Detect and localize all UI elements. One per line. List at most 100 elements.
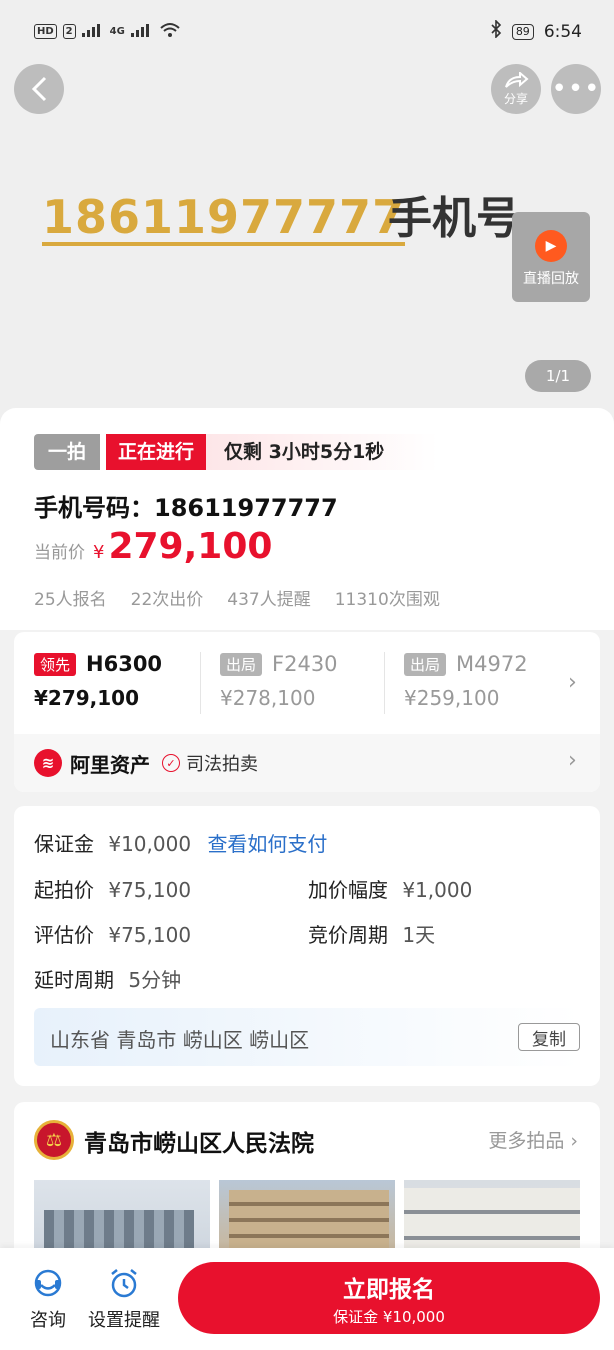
start-price-label: 起拍价 [34, 878, 94, 902]
chevron-right-icon: › [568, 748, 577, 773]
consult-label: 咨询 [30, 1310, 66, 1331]
hd-indicator: HD [34, 24, 57, 39]
deposit-row: 保证金 ¥10,000 查看如何支付 [34, 828, 327, 857]
register-now-label: 立即报名 [343, 1276, 435, 1303]
live-replay-button[interactable]: ▶ 直播回放 [512, 212, 590, 302]
start-price-row: 起拍价 ¥75,100 [34, 874, 191, 903]
stat-views: 11310次围观 [334, 590, 440, 610]
status-right: 89 6:54 [490, 19, 582, 43]
current-price: 279,100 [108, 526, 273, 567]
round-tag: 一拍 [34, 434, 101, 470]
deposit-value: ¥10,000 [108, 832, 192, 856]
sim-indicator: 2 [62, 24, 76, 39]
register-now-button[interactable]: 立即报名 保证金 ¥10,000 [178, 1262, 600, 1334]
how-to-pay-link[interactable]: 查看如何支付 [207, 832, 327, 856]
increment-label: 加价幅度 [308, 878, 388, 902]
image-counter: 1/1 [525, 360, 591, 392]
delay-label: 延时周期 [34, 968, 114, 992]
back-arrow-icon [31, 76, 47, 102]
bluetooth-icon [490, 19, 502, 43]
auction-tags: 一拍 正在进行 仅剩 3小时5分1秒 [34, 434, 439, 470]
stat-reminders: 437人提醒 [227, 590, 311, 610]
headset-icon [34, 1269, 62, 1297]
divider [200, 652, 201, 714]
hero-image[interactable]: 分享 ••• 18611977777 手机号 ▶ 直播回放 1/1 [0, 60, 614, 430]
increment-value: ¥1,000 [402, 878, 473, 902]
address-text: 山东省 青岛市 崂山区 崂山区 [50, 1028, 310, 1052]
bidding-cycle-label: 竞价周期 [308, 923, 388, 947]
more-items-link[interactable]: 更多拍品 › [488, 1126, 578, 1153]
bid-record: 出局 F2430 ¥278,100 [220, 652, 338, 710]
bottom-action-bar: 咨询 设置提醒 立即报名 保证金 ¥10,000 [0, 1248, 614, 1350]
live-replay-label: 直播回放 [523, 271, 579, 287]
bidding-cycle-value: 1天 [402, 923, 436, 947]
price-currency: ¥ [93, 542, 105, 563]
appraisal-value: ¥75,100 [108, 923, 192, 947]
status-bar: HD 2 4G 89 6:54 [0, 0, 614, 60]
bid-record: 出局 M4972 ¥259,100 [404, 652, 528, 710]
appraisal-label: 评估价 [34, 923, 94, 947]
bidder-code: H6300 [86, 652, 163, 676]
check-circle-icon: ✓ [162, 754, 180, 772]
appraisal-row: 评估价 ¥75,100 [34, 919, 191, 948]
address-box: 山东省 青岛市 崂山区 崂山区 复制 [34, 1008, 580, 1066]
deposit-label: 保证金 [34, 832, 94, 856]
bid-records-card[interactable]: 领先 H6300 ¥279,100 出局 F2430 ¥278,100 出局 M… [14, 632, 600, 792]
hero-phone-number: 18611977777 [42, 190, 406, 246]
status-left: HD 2 4G [34, 22, 181, 41]
hero-phone-label: 手机号 [388, 193, 520, 244]
set-reminder-label: 设置提醒 [88, 1310, 160, 1331]
more-items-label: 更多拍品 [488, 1130, 565, 1152]
share-button[interactable]: 分享 [491, 64, 541, 114]
increment-row: 加价幅度 ¥1,000 [308, 874, 472, 903]
register-deposit-label: 保证金 ¥10,000 [333, 1307, 445, 1326]
auction-info-card: 一拍 正在进行 仅剩 3小时5分1秒 手机号码：18611977777 当前价 … [0, 408, 614, 630]
more-dots-icon: ••• [551, 74, 601, 104]
court-name: 青岛市崂山区人民法院 [84, 1131, 314, 1157]
consult-button[interactable]: 咨询 [30, 1266, 66, 1332]
bidder-code: F2430 [272, 652, 338, 676]
battery-indicator: 89 [511, 23, 534, 40]
play-icon: ▶ [535, 230, 567, 262]
outbid-badge: 出局 [404, 652, 447, 676]
status-tag: 正在进行 [106, 434, 207, 470]
share-icon [505, 71, 529, 88]
share-label: 分享 [503, 91, 528, 106]
platform-tag: 司法拍卖 [186, 754, 258, 775]
chevron-right-icon: › [570, 1130, 578, 1152]
bidding-cycle-row: 竞价周期 1天 [308, 919, 435, 948]
stat-bids: 22次出价 [130, 590, 204, 610]
court-emblem-icon: ⚖ [34, 1120, 74, 1160]
clock: 6:54 [543, 21, 582, 42]
bid-record: 领先 H6300 ¥279,100 [34, 652, 162, 710]
platform-row[interactable]: ≋ 阿里资产 ✓ 司法拍卖 › [14, 734, 600, 792]
signal-icon-2 [130, 23, 153, 40]
bidder-code: M4972 [456, 652, 528, 676]
set-reminder-button[interactable]: 设置提醒 [88, 1266, 160, 1332]
leading-badge: 领先 [34, 652, 77, 676]
delay-value: 5分钟 [128, 968, 182, 992]
start-price-value: ¥75,100 [108, 878, 192, 902]
delay-row: 延时周期 5分钟 [34, 964, 181, 993]
alarm-clock-icon [111, 1269, 137, 1298]
current-price-row: 当前价 ¥ 279,100 [34, 526, 272, 567]
copy-address-button[interactable]: 复制 [518, 1023, 580, 1051]
network-type-label: 4G [109, 26, 125, 37]
divider [384, 652, 385, 714]
back-button[interactable] [14, 64, 64, 114]
price-label: 当前价 [34, 543, 85, 563]
remaining-time: 仅剩 3小时5分1秒 [206, 434, 439, 470]
ali-assets-logo-icon: ≋ [34, 749, 62, 777]
more-button[interactable]: ••• [551, 64, 601, 114]
outbid-badge: 出局 [220, 652, 263, 676]
auction-stats: 25人报名 22次出价 437人提醒 11310次围观 [34, 585, 440, 610]
signal-icon [81, 23, 104, 40]
platform-name: 阿里资产 [70, 752, 150, 777]
auction-details-card: 保证金 ¥10,000 查看如何支付 起拍价 ¥75,100 加价幅度 ¥1,0… [14, 806, 600, 1086]
chevron-right-icon[interactable]: › [568, 670, 577, 695]
bid-price: ¥278,100 [220, 686, 316, 710]
wifi-icon [159, 22, 181, 41]
stat-signups: 25人报名 [34, 590, 107, 610]
bid-price: ¥279,100 [34, 686, 140, 710]
item-title: 手机号码：18611977777 [34, 494, 338, 522]
